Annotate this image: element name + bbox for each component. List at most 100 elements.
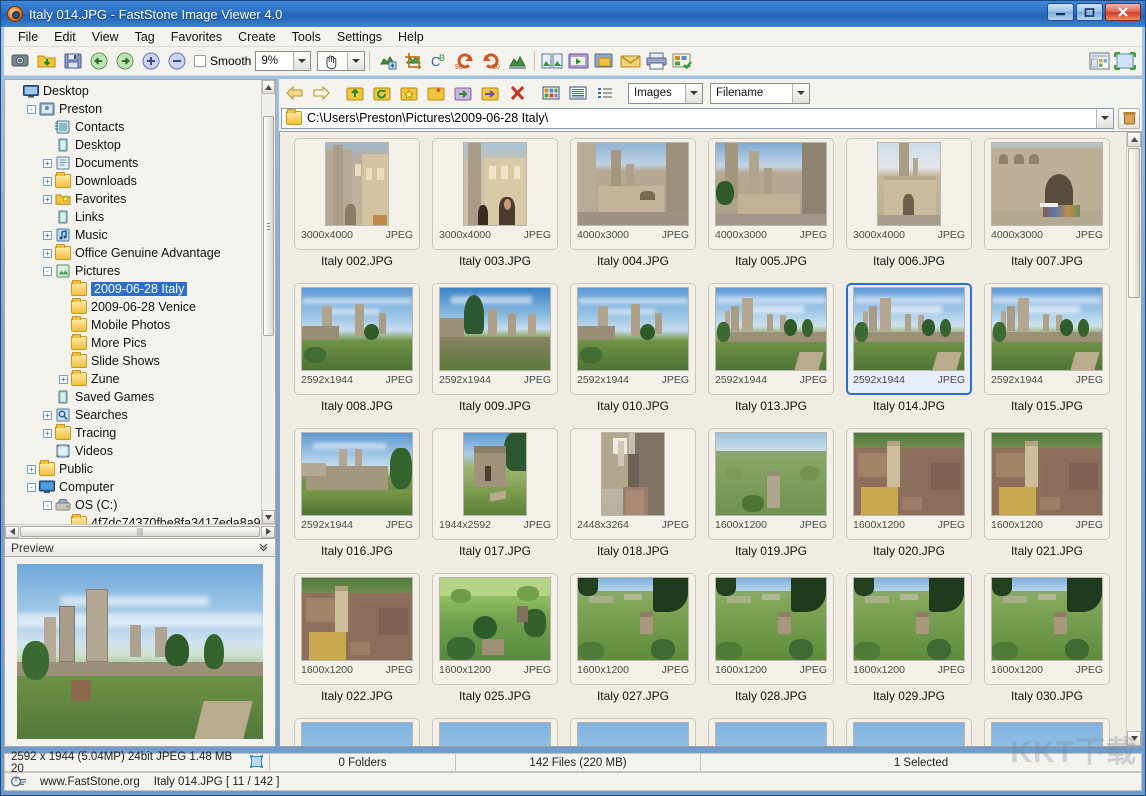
menu-item-tools[interactable]: Tools: [284, 28, 329, 46]
thumbnail-view-icon[interactable]: [538, 81, 564, 105]
color-adjust-icon[interactable]: CB: [426, 49, 452, 73]
zoom-level-select[interactable]: 9%: [255, 51, 311, 71]
expand-icon[interactable]: +: [43, 177, 52, 186]
scroll-down-button[interactable]: [262, 510, 275, 524]
thumbnail-vertical-scrollbar[interactable]: [1126, 132, 1141, 746]
copy-to-folder-icon[interactable]: [450, 81, 476, 105]
thumbnail-frame[interactable]: 1600x1200JPEG: [294, 573, 420, 685]
thumbnail-item[interactable]: 2592x1944JPEGItaly 008.JPG: [288, 283, 426, 428]
tree-item-computer[interactable]: -Computer: [7, 478, 261, 496]
thumbnail-frame[interactable]: 2592x1944JPEG: [432, 283, 558, 395]
thumbnail-frame[interactable]: 2592x1944JPEG: [984, 283, 1110, 395]
thumbnail-frame[interactable]: [432, 718, 558, 747]
thumbnail-frame[interactable]: 3000x4000JPEG: [846, 138, 972, 250]
tree-item-4f7dc74370fbe8fa3417eda8a9ef2[interactable]: 4f7dc74370fbe8fa3417eda8a9ef2: [7, 514, 261, 524]
expand-icon[interactable]: +: [43, 249, 52, 258]
print-icon[interactable]: [643, 49, 669, 73]
compare-images-icon[interactable]: [539, 49, 565, 73]
thumbnail-item[interactable]: 1600x1200JPEGItaly 020.JPG: [840, 428, 978, 573]
thumbnail-frame[interactable]: 2592x1944JPEG: [846, 283, 972, 395]
expand-icon[interactable]: +: [59, 375, 68, 384]
tree-item-pictures[interactable]: -Pictures: [7, 262, 261, 280]
hand-tool-select[interactable]: [317, 51, 365, 71]
scroll-down-button[interactable]: [1127, 731, 1141, 746]
zoom-out-icon[interactable]: [164, 49, 190, 73]
maximize-button[interactable]: [1076, 3, 1103, 21]
thumbnail-item[interactable]: 1944x2592JPEGItaly 017.JPG: [426, 428, 564, 573]
next-image-icon[interactable]: [112, 49, 138, 73]
collapse-icon[interactable]: -: [27, 105, 36, 114]
thumbnail-frame[interactable]: 1944x2592JPEG: [432, 428, 558, 540]
tree-item-office-genuine-advantage[interactable]: +Office Genuine Advantage: [7, 244, 261, 262]
thumbnail-item[interactable]: 3000x4000JPEGItaly 006.JPG: [840, 138, 978, 283]
collapse-icon[interactable]: -: [43, 267, 52, 276]
thumbnail-item[interactable]: 2592x1944JPEGItaly 015.JPG: [978, 283, 1116, 428]
thumbnail-item[interactable]: 1600x1200JPEGItaly 028.JPG: [702, 573, 840, 718]
thumbnail-item[interactable]: 2448x3264JPEGItaly 018.JPG: [564, 428, 702, 573]
thumbnail-frame[interactable]: 3000x4000JPEG: [432, 138, 558, 250]
expand-icon[interactable]: +: [43, 159, 52, 168]
crop-icon[interactable]: [400, 49, 426, 73]
thumbnail-frame[interactable]: 1600x1200JPEG: [846, 573, 972, 685]
thumbnail-frame[interactable]: 2448x3264JPEG: [570, 428, 696, 540]
thumbnail-item[interactable]: 2592x1944JPEGItaly 016.JPG: [288, 428, 426, 573]
thumbnail-frame[interactable]: 2592x1944JPEG: [570, 283, 696, 395]
contact-sheet-icon[interactable]: [669, 49, 695, 73]
chevron-down-icon[interactable]: [258, 541, 269, 555]
tree-item-documents[interactable]: +Documents: [7, 154, 261, 172]
close-button[interactable]: [1105, 3, 1141, 21]
website-label[interactable]: www.FastStone.org: [40, 776, 140, 788]
thumbnail-item[interactable]: 4000x3000JPEGItaly 007.JPG: [978, 138, 1116, 283]
tree-item-desktop[interactable]: Desktop: [7, 136, 261, 154]
zoom-in-icon[interactable]: [138, 49, 164, 73]
tree-item-music[interactable]: +Music: [7, 226, 261, 244]
tree-item-2009-06-28-italy[interactable]: 2009-06-28 Italy: [7, 280, 261, 298]
wallpaper-icon[interactable]: [591, 49, 617, 73]
tree-item-videos[interactable]: Videos: [7, 442, 261, 460]
thumbnail-frame[interactable]: 1600x1200JPEG: [708, 573, 834, 685]
forward-icon[interactable]: [308, 81, 334, 105]
chevron-down-icon[interactable]: [792, 84, 809, 103]
thumbnail-frame[interactable]: 1600x1200JPEG: [846, 428, 972, 540]
open-folder-icon[interactable]: [34, 49, 60, 73]
menu-item-file[interactable]: File: [10, 28, 46, 46]
menu-item-create[interactable]: Create: [230, 28, 284, 46]
expand-icon[interactable]: +: [43, 231, 52, 240]
thumbnail-item[interactable]: 1600x1200JPEGItaly 029.JPG: [840, 573, 978, 718]
thumbnail-frame[interactable]: 1600x1200JPEG: [432, 573, 558, 685]
tree-item-mobile-photos[interactable]: Mobile Photos: [7, 316, 261, 334]
thumbnail-frame[interactable]: [846, 718, 972, 747]
chevron-down-icon[interactable]: [1096, 109, 1113, 128]
menu-item-edit[interactable]: Edit: [46, 28, 84, 46]
thumbnail-item-partial[interactable]: [702, 718, 840, 747]
new-folder-icon[interactable]: [423, 81, 449, 105]
menu-item-settings[interactable]: Settings: [329, 28, 390, 46]
thumbnail-frame[interactable]: [708, 718, 834, 747]
smooth-checkbox[interactable]: [194, 55, 206, 67]
thumbnail-frame[interactable]: 1600x1200JPEG: [708, 428, 834, 540]
menu-item-favorites[interactable]: Favorites: [163, 28, 230, 46]
back-icon[interactable]: [281, 81, 307, 105]
tree-hscroll-thumb[interactable]: |||: [20, 526, 260, 537]
minimize-button[interactable]: [1047, 3, 1074, 21]
tree-item-links[interactable]: Links: [7, 208, 261, 226]
expand-icon[interactable]: +: [43, 195, 52, 204]
tree-scroll-thumb[interactable]: [263, 116, 274, 336]
up-one-level-icon[interactable]: [342, 81, 368, 105]
thumbnail-item[interactable]: 2592x1944JPEGItaly 013.JPG: [702, 283, 840, 428]
fullscreen-icon[interactable]: [1112, 49, 1138, 73]
thumbnail-scroll-thumb[interactable]: [1128, 148, 1140, 298]
chevron-down-icon[interactable]: [685, 84, 702, 103]
file-filter-select[interactable]: Images: [628, 83, 703, 104]
delete-icon[interactable]: [504, 81, 530, 105]
chevron-down-icon[interactable]: [293, 52, 310, 70]
smooth-checkbox-wrap[interactable]: Smooth: [194, 54, 251, 68]
tree-horizontal-scrollbar[interactable]: |||: [5, 524, 275, 538]
menu-item-help[interactable]: Help: [390, 28, 432, 46]
thumbnail-item[interactable]: 4000x3000JPEGItaly 005.JPG: [702, 138, 840, 283]
screen-capture-icon[interactable]: [8, 49, 34, 73]
tree-item-os-c-[interactable]: -OS (C:): [7, 496, 261, 514]
draw-board-icon[interactable]: [504, 49, 530, 73]
tree-item-favorites[interactable]: +Favorites: [7, 190, 261, 208]
tree-item-saved-games[interactable]: Saved Games: [7, 388, 261, 406]
